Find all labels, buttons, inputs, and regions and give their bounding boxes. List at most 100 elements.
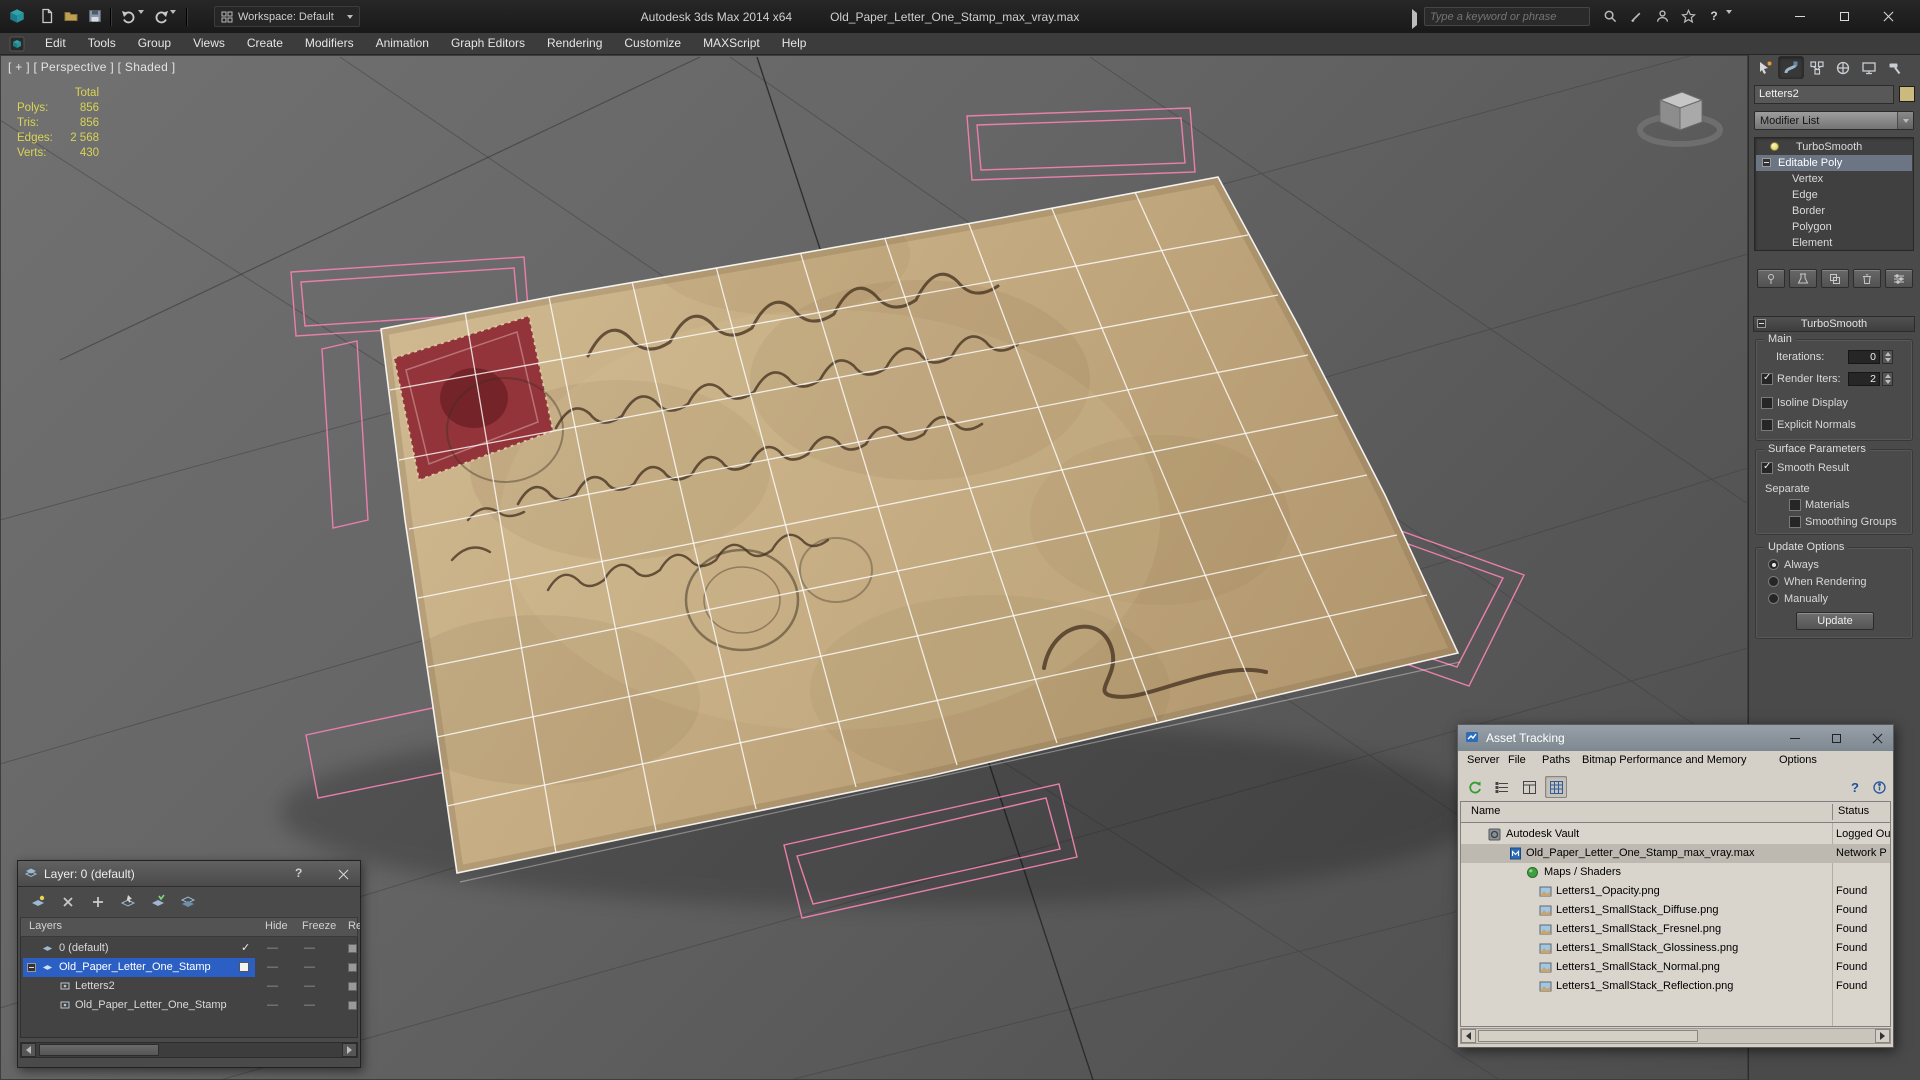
freeze-toggle[interactable]: — [304,996,315,1015]
remove-modifier-button[interactable] [1853,269,1881,288]
render-iters-checkbox[interactable] [1761,372,1773,385]
help-icon[interactable] [1704,5,1724,27]
modifier-list-dropdown[interactable]: Modifier List [1754,111,1914,130]
layer-help-button[interactable] [295,866,302,880]
hide-toggle[interactable]: — [267,996,278,1015]
favorites-star-icon[interactable] [1678,5,1698,27]
stack-item-vertex[interactable]: Vertex [1756,171,1912,187]
asset-row-maxfile[interactable]: Old_Paper_Letter_One_Stamp_max_vray.max … [1461,844,1890,863]
menu-group[interactable]: Group [127,33,182,54]
pin-stack-button[interactable] [1757,269,1785,288]
help-icon[interactable] [1844,776,1866,798]
current-layer-check-icon[interactable] [241,939,250,958]
tab-hierarchy[interactable] [1805,57,1829,78]
scroll-thumb[interactable] [39,1044,159,1056]
stack-item-border[interactable]: Border [1756,203,1912,219]
modifier-enabled-icon[interactable] [1770,142,1779,151]
make-unique-button[interactable] [1821,269,1849,288]
layer-close-button[interactable] [338,869,349,880]
render-toggle[interactable] [348,963,357,972]
freeze-toggle[interactable]: — [304,977,315,996]
minimize-button[interactable] [1782,728,1808,748]
tab-motion[interactable] [1831,57,1855,78]
tab-create[interactable] [1753,57,1777,78]
search-expander-icon[interactable] [1412,9,1417,29]
hide-toggle[interactable]: — [267,977,278,996]
menu-server[interactable]: Server [1467,754,1499,766]
close-button[interactable] [1864,728,1890,748]
save-file-button[interactable] [84,5,106,27]
search-box[interactable] [1424,7,1590,26]
isoline-display-checkbox[interactable] [1761,397,1773,409]
undo-button[interactable] [118,5,140,27]
asset-row-bitmap[interactable]: Letters1_SmallStack_Reflection.png Found [1461,977,1890,996]
tab-display[interactable] [1857,57,1881,78]
asset-row-bitmap[interactable]: Letters1_SmallStack_Glossiness.png Found [1461,939,1890,958]
minimize-button[interactable] [1778,0,1822,32]
asset-row-maps[interactable]: Maps / Shaders [1461,863,1890,882]
tab-modify[interactable] [1779,57,1803,78]
stack-item-polygon[interactable]: Polygon [1756,219,1912,235]
explicit-normals-checkbox[interactable] [1761,419,1773,431]
app-logo-icon[interactable] [6,5,28,27]
show-end-result-button[interactable] [1789,269,1817,288]
maximize-button[interactable] [1822,0,1866,32]
highlight-layer-button[interactable] [176,891,200,913]
manually-radio[interactable] [1768,593,1779,604]
menu-customize[interactable]: Customize [613,33,692,54]
menu-graph-editors[interactable]: Graph Editors [440,33,536,54]
menu-create[interactable]: Create [236,33,294,54]
close-button[interactable] [1866,0,1910,32]
menu-edit[interactable]: Edit [34,33,77,54]
when-rendering-radio[interactable] [1768,576,1779,587]
search-icon[interactable] [1600,5,1620,27]
redo-button[interactable] [150,5,172,27]
column-hide[interactable]: Hide [265,920,288,932]
viewcube[interactable] [1630,70,1730,162]
menu-tools[interactable]: Tools [77,33,127,54]
hide-toggle[interactable]: — [267,939,278,958]
freeze-toggle[interactable]: — [304,958,315,977]
redo-dropdown-icon[interactable] [170,10,176,26]
undo-dropdown-icon[interactable] [138,10,144,26]
table-view-button[interactable] [1545,776,1567,798]
freeze-toggle[interactable]: — [304,939,315,958]
iterations-field[interactable]: 0 [1848,350,1880,364]
search-input[interactable] [1430,10,1570,23]
select-layer-objects-button[interactable] [116,891,140,913]
render-iters-field[interactable]: 2 [1848,372,1880,386]
info-icon[interactable] [1868,776,1890,798]
menu-modifiers[interactable]: Modifiers [294,33,365,54]
current-layer-box-icon[interactable] [239,962,249,972]
object-color-swatch[interactable] [1899,86,1915,102]
scroll-right-arrow[interactable] [1875,1029,1890,1043]
asset-row-vault[interactable]: Autodesk Vault Logged Ou [1461,825,1890,844]
menu-rendering[interactable]: Rendering [536,33,613,54]
turbosmooth-rollout-header[interactable]: TurboSmooth [1753,316,1915,332]
always-radio[interactable] [1768,559,1779,570]
list-view-button[interactable] [1491,776,1513,798]
render-toggle[interactable] [348,944,357,953]
collapse-icon[interactable] [1762,158,1771,167]
render-toggle[interactable] [348,982,357,991]
pencil-icon[interactable] [1626,5,1646,27]
add-selection-to-layer-button[interactable] [86,891,110,913]
menu-maxscript[interactable]: MAXScript [692,33,771,54]
app-menu-icon[interactable] [0,33,34,55]
column-name[interactable]: Name [1471,805,1500,817]
scroll-thumb[interactable] [1478,1030,1698,1042]
menu-help[interactable]: Help [771,33,818,54]
stack-item-edge[interactable]: Edge [1756,187,1912,203]
column-status[interactable]: Status [1838,805,1869,817]
open-file-button[interactable] [60,5,82,27]
menu-animation[interactable]: Animation [365,33,440,54]
set-current-layer-button[interactable] [146,891,170,913]
asset-row-bitmap[interactable]: Letters1_Opacity.png Found [1461,882,1890,901]
viewport-label[interactable]: [ + ] [ Perspective ] [ Shaded ] [8,60,175,74]
layer-row-object[interactable]: Letters2 — — [21,977,357,996]
scroll-left-arrow[interactable] [21,1043,36,1057]
stack-item-element[interactable]: Element [1756,235,1912,251]
help-dropdown-icon[interactable] [1726,10,1732,26]
iterations-spinner[interactable] [1882,350,1893,364]
asset-row-bitmap[interactable]: Letters1_SmallStack_Normal.png Found [1461,958,1890,977]
